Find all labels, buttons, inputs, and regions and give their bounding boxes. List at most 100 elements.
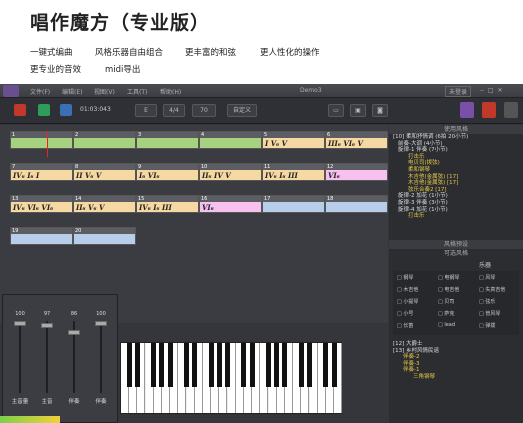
fader-1[interactable]: 100 主音量 xyxy=(11,311,29,405)
instrument-checkbox[interactable]: □ 失真吉他 xyxy=(479,286,505,293)
style-tab-icon[interactable] xyxy=(460,102,474,118)
black-key[interactable] xyxy=(192,343,198,387)
instrument-checkbox[interactable]: □ 小提琴 xyxy=(397,298,418,305)
tempo-input[interactable]: 70 xyxy=(192,104,216,117)
instrument-checkbox[interactable]: □ 钢琴 xyxy=(397,274,413,281)
style-tree-item[interactable]: 旋律-1 伴奏 (7小节) xyxy=(393,147,523,154)
fader-2[interactable]: 97 主音 xyxy=(38,311,56,405)
black-key[interactable] xyxy=(126,343,132,387)
measure-9[interactable]: 9 I₆ VI₆ xyxy=(136,163,199,181)
settings-tab-icon[interactable] xyxy=(504,102,518,118)
fader-knob[interactable] xyxy=(95,321,107,326)
style-list-item[interactable]: 三角钢琴 xyxy=(393,374,523,381)
meter-select[interactable]: 4/4 xyxy=(163,104,185,117)
camera-icon[interactable]: ◙ xyxy=(372,104,388,117)
instrument-checkbox[interactable]: □ 萨克 xyxy=(438,310,454,317)
instrument-checkbox[interactable]: □ 管风琴 xyxy=(479,310,500,317)
score-tab-icon[interactable] xyxy=(482,102,496,118)
black-key[interactable] xyxy=(167,343,173,387)
style-tree-item[interactable]: 旋律-3 伴奏 (3小节) xyxy=(393,200,523,207)
measure-17[interactable]: 17 xyxy=(262,195,325,213)
black-key[interactable] xyxy=(216,343,222,387)
instrument-checkbox[interactable]: □ 弦乐 xyxy=(479,298,495,305)
piano-keyboard[interactable] xyxy=(120,342,343,414)
measure-5[interactable]: 5I V₆ V xyxy=(262,131,325,149)
fader-knob[interactable] xyxy=(14,321,26,326)
black-key[interactable] xyxy=(208,343,214,387)
measure-13[interactable]: 13 IV₆ VI₆ VI₆ xyxy=(10,195,73,213)
menu-tools[interactable]: 工具(T) xyxy=(127,87,147,96)
black-key[interactable] xyxy=(266,343,271,387)
record-icon[interactable] xyxy=(14,104,26,116)
style-tree-item[interactable]: 柔和钢琴 xyxy=(393,167,523,174)
measure-8[interactable]: 8 II V₆ V xyxy=(73,163,136,181)
instrument-checkbox[interactable]: □ 长笛 xyxy=(397,322,413,329)
measure-7[interactable]: 7 IV₆ I₆ I xyxy=(10,163,73,181)
style-list-item[interactable]: 伴奏-2 xyxy=(393,354,523,361)
instrument-checkbox[interactable]: □ 电钢琴 xyxy=(438,274,459,281)
black-key[interactable] xyxy=(159,343,165,387)
measure-1[interactable]: 1 xyxy=(10,131,73,149)
stop-icon[interactable] xyxy=(60,104,72,116)
fader-knob[interactable] xyxy=(41,322,53,328)
instrument-checkbox[interactable]: □ lead xyxy=(438,322,455,328)
black-key[interactable] xyxy=(282,343,288,387)
measure-6[interactable]: 6 III₆ VI₆ V xyxy=(325,131,388,149)
menu-edit[interactable]: 编辑(E) xyxy=(62,87,82,96)
menu-view[interactable]: 视图(V) xyxy=(94,87,115,96)
style-tree-item[interactable]: 电贝司(拨弦) xyxy=(393,160,523,167)
black-key[interactable] xyxy=(298,343,304,387)
black-key[interactable] xyxy=(274,343,280,387)
black-key[interactable] xyxy=(323,343,329,387)
instrument-checkbox[interactable]: □ 电吉他 xyxy=(438,286,459,293)
measure-19[interactable]: 19 xyxy=(10,227,73,245)
instrument-checkbox[interactable]: □ 贝司 xyxy=(438,298,454,305)
checkbox-label: 贝司 xyxy=(444,299,455,305)
measure-20[interactable]: 20 xyxy=(73,227,136,245)
menu-file[interactable]: 文件(F) xyxy=(30,87,50,96)
measure-18[interactable]: 18 xyxy=(325,195,388,213)
style-tree-item[interactable]: 木吉他(金属弦) [17] xyxy=(393,180,523,187)
style-list-item[interactable]: 伴奏-1 xyxy=(393,367,523,374)
window-controls-icon[interactable]: ‒□✕ xyxy=(480,87,507,94)
measure-14[interactable]: 14 II₆ V₆ V xyxy=(73,195,136,213)
measure-2[interactable]: 2 xyxy=(73,131,136,149)
black-key[interactable] xyxy=(134,343,140,387)
fader-label: 主音 xyxy=(41,399,53,405)
style-tree-item[interactable]: [10] 柔和抒情调 (6拍 20小节) xyxy=(393,134,523,141)
instrument-checkbox[interactable]: □ 风琴 xyxy=(479,274,495,281)
custom-button[interactable]: 自定义 xyxy=(227,104,257,117)
folder-icon[interactable]: ▭ xyxy=(328,104,344,117)
measure-15[interactable]: 15 IV₆ I₆ III xyxy=(136,195,199,213)
style-tree-item[interactable]: 旋律-2 加花 (1小节) xyxy=(393,193,523,200)
measure-12[interactable]: 12 VI₆ xyxy=(325,163,388,181)
fader-4[interactable]: 100 伴奏 xyxy=(92,311,110,405)
checkbox-label: 钢琴 xyxy=(403,275,414,281)
measure-4[interactable]: 4 xyxy=(199,131,262,149)
pause-icon[interactable] xyxy=(38,104,50,116)
instrument-checkbox[interactable]: □ 弹拨 xyxy=(479,322,495,329)
black-key[interactable] xyxy=(151,343,157,387)
login-button[interactable]: 未登录 xyxy=(445,86,472,97)
black-key[interactable] xyxy=(184,343,189,387)
measure-3[interactable]: 3 xyxy=(136,131,199,149)
measure-11[interactable]: 11 IV₆ I₆ III xyxy=(262,163,325,181)
black-key[interactable] xyxy=(307,343,312,387)
measure-10[interactable]: 10 II₆ IV V xyxy=(199,163,262,181)
menu-help[interactable]: 帮助(H) xyxy=(160,87,181,96)
key-select[interactable]: E xyxy=(135,104,157,117)
measure-16[interactable]: 16 VI₆ xyxy=(199,195,262,213)
style-list-item[interactable]: [12] 大爵士 xyxy=(393,341,523,348)
instrument-checkbox[interactable]: □ 小号 xyxy=(397,310,413,317)
fader-3[interactable]: 86 伴奏 xyxy=(65,311,83,405)
black-key[interactable] xyxy=(225,343,230,387)
playhead[interactable] xyxy=(47,131,48,157)
fader-knob[interactable] xyxy=(68,330,80,336)
instrument-tab[interactable]: 乐器 xyxy=(389,260,523,269)
black-key[interactable] xyxy=(241,343,247,387)
instrument-checkbox[interactable]: □ 木吉他 xyxy=(397,286,418,293)
black-key[interactable] xyxy=(331,343,337,387)
black-key[interactable] xyxy=(249,343,255,387)
save-icon[interactable]: ▣ xyxy=(350,104,366,117)
style-tree-item[interactable]: 打击乐 xyxy=(393,213,523,220)
